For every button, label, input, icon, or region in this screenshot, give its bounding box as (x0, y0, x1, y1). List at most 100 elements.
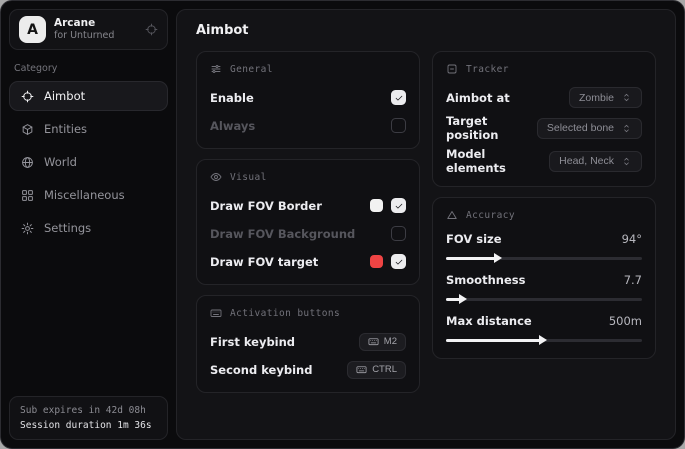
session-duration-text: Session duration 1m 36s (20, 420, 157, 431)
keybind-row-second-keybind: Second keybind CTRL (210, 358, 406, 381)
card-header-general: General (210, 63, 406, 75)
keybind-label: Second keybind (210, 363, 312, 377)
main-panel: Aimbot General Enable Always Visual Draw FOV… (176, 9, 676, 440)
keybind-label: First keybind (210, 335, 295, 349)
card-title: Tracker (466, 64, 509, 75)
checkbox-enable[interactable] (391, 90, 406, 105)
slider-track (446, 298, 642, 301)
keybind-button-first-keybind[interactable]: M2 (359, 333, 406, 351)
left-column: General Enable Always Visual Draw FOV Border… (196, 51, 420, 393)
sidebar-item-settings[interactable]: Settings (9, 213, 168, 243)
setting-row-enable: Enable (210, 86, 406, 109)
card-activation: Activation buttons First keybind M2 Second … (196, 295, 420, 393)
eye-icon (210, 171, 222, 183)
card-accuracy: Accuracy FOV size 94° Smoothness7.7 Max dist… (432, 197, 656, 359)
card-title: Accuracy (466, 210, 515, 221)
slider-thumb[interactable] (459, 294, 467, 304)
setting-controls (391, 90, 406, 105)
setting-label: Draw FOV target (210, 255, 318, 269)
checkbox-draw-fov-background[interactable] (391, 226, 406, 241)
select-aimbot-at[interactable]: Zombie (569, 87, 642, 108)
crosshair-icon (21, 90, 34, 103)
checkbox-draw-fov-target[interactable] (391, 254, 406, 269)
card-visual: Visual Draw FOV Border Draw FOV Background… (196, 159, 420, 285)
setting-row-draw-fov-background: Draw FOV Background (210, 222, 406, 245)
app-logo-letter: A (27, 22, 38, 38)
tracker-row-aimbot-at: Aimbot at Zombie (446, 86, 642, 109)
sidebar-item-label: Entities (44, 122, 87, 136)
slider-row-max-distance: Max distance500m (446, 314, 642, 345)
select-value: Head, Neck (559, 155, 614, 167)
keybind-value: M2 (384, 336, 397, 347)
cube-icon (21, 123, 34, 136)
slider-value: 94° (622, 232, 642, 246)
triangle-icon (446, 209, 458, 221)
app-header: A Arcane for Unturned (9, 9, 168, 50)
sidebar-item-label: Aimbot (44, 89, 85, 103)
slider-fov-size[interactable] (446, 253, 642, 263)
card-title: General (230, 64, 273, 75)
setting-row-draw-fov-border: Draw FOV Border (210, 194, 406, 217)
sidebar-item-world[interactable]: World (9, 147, 168, 177)
app-window: A Arcane for Unturned Category AimbotEnt… (0, 0, 685, 449)
chevrons-up-down-icon (621, 156, 632, 167)
select-value: Zombie (579, 92, 614, 104)
app-name: Arcane (54, 17, 114, 30)
tracker-row-target-position: Target positionSelected bone (446, 114, 642, 142)
tracker-row-model-elements: Model elements Head, Neck (446, 147, 642, 175)
slider-fill (446, 257, 497, 260)
sidebar-nav: Aimbot Entities World Miscellaneous Settings (9, 81, 168, 243)
sidebar-item-label: Settings (44, 221, 91, 235)
setting-label: Enable (210, 91, 254, 105)
keyboard-icon (210, 307, 222, 319)
slider-row-header: Smoothness7.7 (446, 273, 642, 287)
right-column: Tracker Aimbot at Zombie Target positionSel… (432, 51, 656, 359)
card-general: General Enable Always (196, 51, 420, 149)
setting-label: Draw FOV Background (210, 227, 355, 241)
keyboard-icon (356, 364, 367, 375)
tracker-label: Aimbot at (446, 91, 510, 105)
tracker-label: Model elements (446, 147, 549, 175)
card-header-visual: Visual (210, 171, 406, 183)
color-swatch-draw-fov-border[interactable] (370, 199, 383, 212)
slider-label: FOV size (446, 232, 502, 246)
slider-thumb[interactable] (494, 253, 502, 263)
check-icon (394, 257, 404, 267)
page-title: Aimbot (196, 23, 656, 38)
card-title: Activation buttons (230, 308, 340, 319)
sidebar-item-label: World (44, 155, 77, 169)
slider-row-header: Max distance500m (446, 314, 642, 328)
slider-fill (446, 339, 542, 342)
setting-label: Always (210, 119, 255, 133)
checkbox-always[interactable] (391, 118, 406, 133)
keyboard-icon (368, 336, 379, 347)
card-header-accuracy: Accuracy (446, 209, 642, 221)
slider-smoothness[interactable] (446, 294, 642, 304)
check-icon (394, 201, 404, 211)
select-target-position[interactable]: Selected bone (537, 118, 642, 139)
keybind-button-second-keybind[interactable]: CTRL (347, 361, 406, 379)
color-swatch-draw-fov-target[interactable] (370, 255, 383, 268)
slider-thumb[interactable] (539, 335, 547, 345)
sidebar-item-miscellaneous[interactable]: Miscellaneous (9, 180, 168, 210)
slider-max-distance[interactable] (446, 335, 642, 345)
setting-controls (391, 118, 406, 133)
slider-label: Max distance (446, 314, 532, 328)
sub-expiry-text: Sub expires in 42d 08h (20, 405, 157, 416)
scan-icon (446, 63, 458, 75)
sidebar-item-entities[interactable]: Entities (9, 114, 168, 144)
keybind-row-first-keybind: First keybind M2 (210, 330, 406, 353)
globe-icon (21, 156, 34, 169)
sliders-icon (210, 63, 222, 75)
select-model-elements[interactable]: Head, Neck (549, 151, 642, 172)
sidebar: A Arcane for Unturned Category AimbotEnt… (1, 1, 176, 448)
scope-icon[interactable] (145, 23, 158, 36)
setting-controls (370, 198, 406, 213)
sidebar-item-aimbot[interactable]: Aimbot (9, 81, 168, 111)
setting-label: Draw FOV Border (210, 199, 322, 213)
chevrons-up-down-icon (621, 92, 632, 103)
slider-row-smoothness: Smoothness7.7 (446, 273, 642, 304)
checkbox-draw-fov-border[interactable] (391, 198, 406, 213)
slider-row-header: FOV size 94° (446, 232, 642, 246)
card-header-activation: Activation buttons (210, 307, 406, 319)
